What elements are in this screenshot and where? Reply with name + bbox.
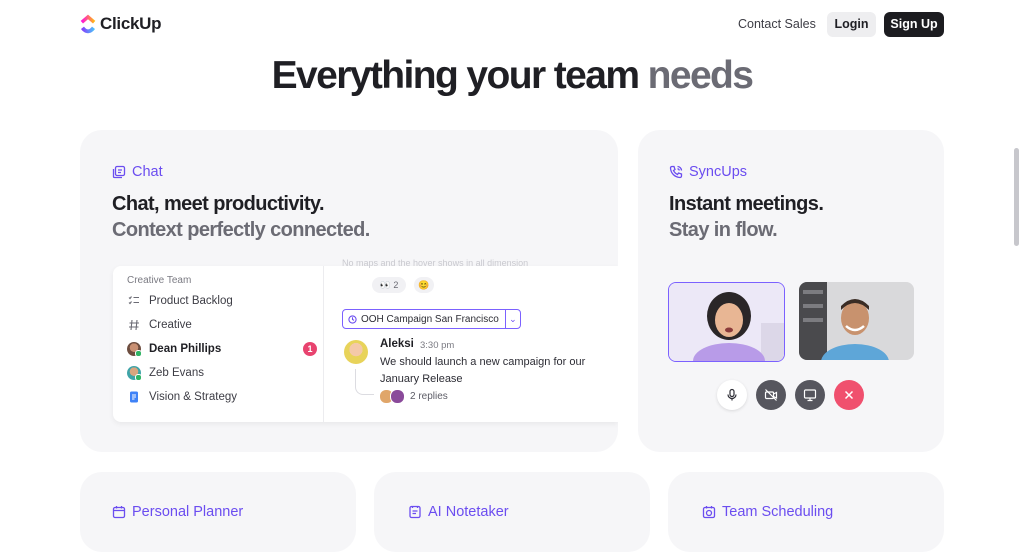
chat-heading-line2: Context perfectly connected. [112, 219, 370, 241]
page-scrollbar[interactable] [1014, 148, 1019, 246]
camera-off-icon [764, 389, 778, 401]
online-status-dot [135, 374, 142, 381]
channel-tag-label: OOH Campaign San Francisco [361, 313, 499, 325]
signup-button[interactable]: Sign Up [884, 12, 944, 37]
participant-2-video [799, 282, 914, 360]
team-scheduling-label: Team Scheduling [702, 504, 833, 520]
clickup-logo[interactable]: ClickUp [80, 14, 162, 34]
microphone-button[interactable] [717, 380, 747, 410]
sidebar-item-product-backlog[interactable]: Product Backlog [127, 291, 317, 311]
page-title: Everything your team needs [0, 54, 1024, 98]
dean-phillips-avatar [127, 342, 142, 357]
reply-avatar [390, 389, 405, 404]
participant-1-video [669, 283, 784, 361]
microphone-icon [727, 388, 737, 401]
calendar-icon [112, 506, 126, 519]
calendar-clock-icon [702, 506, 716, 519]
sidebar-item-label: Product Backlog [149, 295, 233, 307]
syncups-heading: Instant meetings. Stay in flow. [669, 191, 824, 243]
reaction-smile[interactable]: 😊 [414, 277, 434, 293]
team-scheduling-card[interactable]: Team Scheduling [668, 472, 944, 552]
message-time: 3:30 pm [420, 340, 455, 351]
syncups-heading-line2: Stay in flow. [669, 219, 778, 241]
chat-sidebar: Creative Team Product Backlog Creative D… [113, 266, 324, 422]
end-call-button[interactable] [834, 380, 864, 410]
screen-share-icon [803, 389, 817, 402]
sidebar-item-label: Creative [149, 319, 192, 331]
site-header: ClickUp Contact Sales Login Sign Up [0, 0, 1024, 48]
team-scheduling-text: Team Scheduling [722, 504, 834, 520]
sidebar-item-zeb-evans[interactable]: Zeb Evans [127, 363, 317, 383]
chat-heading: Chat, meet productivity. Context perfect… [112, 191, 370, 243]
doc-icon [127, 390, 141, 404]
chevron-down-icon[interactable]: ⌄ [506, 314, 520, 325]
clock-icon [348, 314, 357, 324]
checklist-icon [127, 294, 141, 308]
video-tile-participant-2[interactable] [799, 282, 914, 360]
hash-icon [127, 318, 141, 332]
chat-icon [112, 165, 126, 179]
syncups-label-text: SyncUps [689, 164, 748, 180]
contact-sales-link[interactable]: Contact Sales [738, 17, 816, 31]
personal-planner-label: Personal Planner [112, 504, 243, 520]
personal-planner-card[interactable]: Personal Planner [80, 472, 356, 552]
chat-heading-line1: Chat, meet productivity. [112, 193, 325, 215]
chat-feature-card[interactable]: Chat Chat, meet productivity. Context pe… [80, 130, 618, 452]
personal-planner-text: Personal Planner [132, 504, 244, 520]
reply-avatars [379, 389, 405, 404]
thread-replies[interactable]: 2 replies [379, 389, 448, 404]
message-author: Aleksi [380, 338, 414, 350]
syncups-label: SyncUps [669, 164, 747, 180]
channel-tag[interactable]: OOH Campaign San Francisco ⌄ [342, 309, 521, 329]
sidebar-item-label: Vision & Strategy [149, 391, 238, 403]
page-title-accent: needs [647, 54, 754, 97]
chat-preview-panel: Creative Team Product Backlog Creative D… [113, 266, 618, 422]
sidebar-item-dean-phillips[interactable]: Dean Phillips 1 [127, 339, 317, 359]
online-status-dot [135, 350, 142, 357]
screen-share-button[interactable] [795, 380, 825, 410]
brand-name: ClickUp [100, 14, 162, 33]
thread-connector [355, 369, 374, 395]
sidebar-item-vision-strategy[interactable]: Vision & Strategy [127, 387, 317, 407]
syncups-feature-card[interactable]: SyncUps Instant meetings. Stay in flow. [638, 130, 944, 452]
ai-notetaker-card[interactable]: AI Notetaker [374, 472, 650, 552]
page-title-main: Everything your team [271, 54, 640, 97]
sidebar-item-label: Zeb Evans [149, 367, 204, 379]
aleksi-avatar [344, 340, 368, 364]
sidebar-item-creative[interactable]: Creative [127, 315, 317, 335]
chat-label-text: Chat [132, 164, 163, 180]
faded-message-text: No maps and the hover shows in all dimen… [342, 258, 529, 268]
ai-notetaker-label: AI Notetaker [408, 504, 509, 520]
replies-count: 2 replies [410, 391, 448, 402]
notes-icon [409, 505, 421, 519]
camera-off-button[interactable] [756, 380, 786, 410]
zeb-evans-avatar [127, 366, 142, 381]
sidebar-item-label: Dean Phillips [149, 343, 222, 355]
unread-badge: 1 [303, 342, 317, 356]
clickup-logo-icon [80, 14, 96, 34]
login-button[interactable]: Login [827, 12, 876, 37]
chat-label: Chat [112, 164, 163, 180]
video-tile-participant-1[interactable] [668, 282, 785, 362]
syncups-heading-line1: Instant meetings. [669, 193, 824, 215]
close-icon [844, 390, 854, 400]
reaction-eyes[interactable]: 👀 2 [372, 277, 406, 293]
message-text: We should launch a new campaign for our … [380, 356, 586, 385]
ai-notetaker-text: AI Notetaker [428, 504, 509, 520]
phone-icon [669, 165, 683, 179]
sidebar-title: Creative Team [127, 275, 192, 286]
